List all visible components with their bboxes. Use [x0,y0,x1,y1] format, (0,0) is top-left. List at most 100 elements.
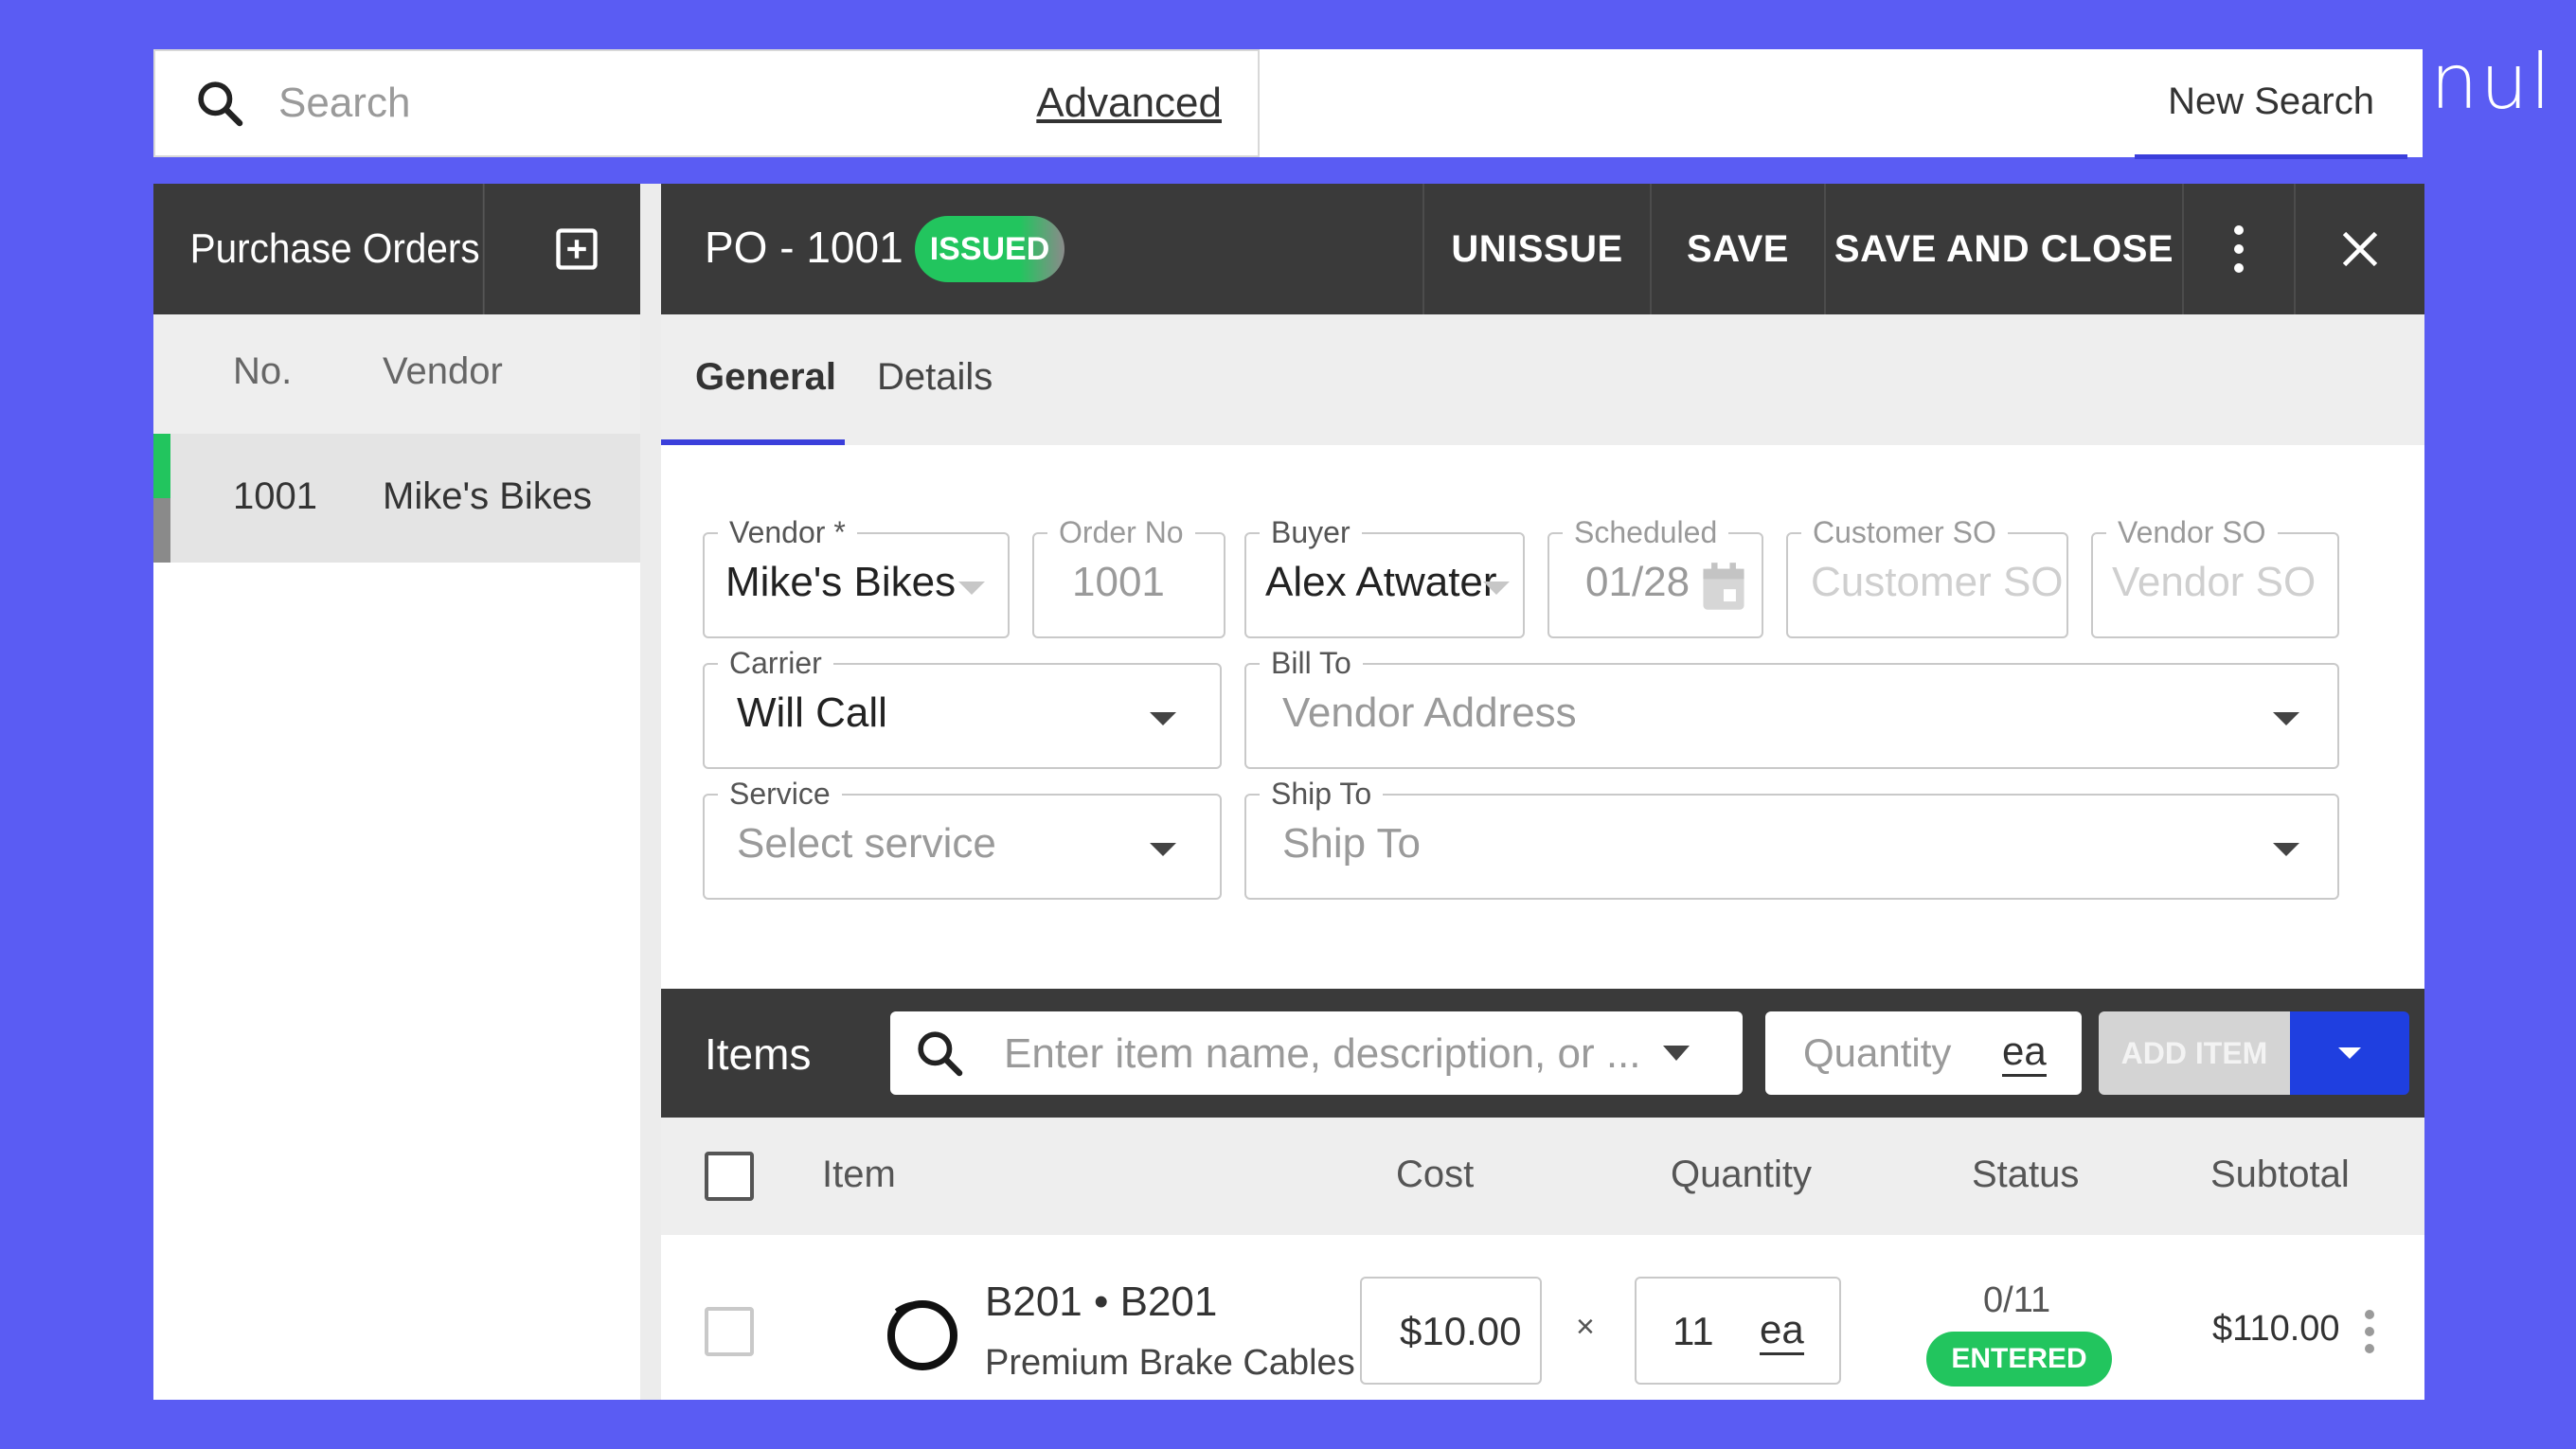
vendor-value: Mike's Bikes [725,559,957,605]
vendor-select[interactable]: Vendor * Mike's Bikes [703,513,1010,638]
unit-selector[interactable]: ea [2002,1029,2047,1077]
scheduled-label: Scheduled [1563,513,1729,551]
item-thumbnail-icon [887,1300,957,1370]
column-quantity[interactable]: Quantity [1671,1154,1812,1196]
close-icon [2342,231,2378,267]
column-no[interactable]: No. [233,350,292,393]
order-no-field[interactable]: Order No 1001 [1032,513,1225,638]
po-list-row[interactable]: 1001 Mike's Bikes [153,434,640,563]
quantity-stepper[interactable]: 11 ea [1635,1277,1841,1385]
more-options-button[interactable] [2182,184,2294,314]
cost-input[interactable]: $10.00 [1360,1277,1542,1385]
vendor-so-label: Vendor SO [2106,513,2278,551]
quantity-unit[interactable]: ea [1760,1307,1804,1355]
po-title: PO - 1001 [705,223,903,272]
quantity-input[interactable]: Quantity [1803,1030,1951,1076]
carrier-value: Will Call [737,689,887,736]
chevron-down-icon [1150,712,1176,725]
chevron-down-icon [2273,712,2299,725]
advanced-search-link[interactable]: Advanced [1036,80,1222,127]
add-item-button[interactable]: ADD ITEM [2099,1011,2290,1095]
multiply-sign: × [1576,1309,1595,1345]
po-list-header: No. Vendor [153,314,640,434]
customer-so-input: Customer SO [1811,559,2064,605]
bill-to-value: Vendor Address [1282,689,1577,736]
po-number: 1001 [233,475,317,517]
customer-so-label: Customer SO [1801,513,2008,551]
select-all-checkbox[interactable] [705,1152,754,1201]
order-no-value: 1001 [1072,559,1165,605]
save-and-close-button[interactable]: SAVE AND CLOSE [1824,184,2182,314]
vendor-so-input: Vendor SO [2112,559,2317,605]
item-search-field[interactable]: Enter item name, description, or ... [890,1011,1743,1095]
vendor-so-field[interactable]: Vendor SO Vendor SO [2091,513,2339,638]
column-status[interactable]: Status [1972,1154,2079,1196]
items-table-header [661,1118,2424,1235]
search-icon [198,81,243,127]
buyer-label: Buyer [1260,513,1362,551]
quantity-value: 11 [1673,1309,1714,1353]
chevron-down-icon[interactable] [1661,1040,1691,1066]
cost-value: $10.00 [1400,1309,1522,1353]
column-cost[interactable]: Cost [1396,1154,1474,1196]
purchase-orders-title: Purchase Orders [153,184,485,314]
item-description: Premium Brake Cables [985,1343,1355,1383]
status-marker-secondary [153,498,170,563]
add-item-menu-button[interactable] [2290,1011,2409,1095]
active-tab-indicator [661,439,845,445]
ship-to-value: Ship To [1282,820,1421,867]
global-search-bar[interactable]: Search Advanced [153,49,1260,157]
customer-so-field[interactable]: Customer SO Customer SO [1786,513,2068,638]
bill-to-select[interactable]: Bill To Vendor Address [1244,644,2339,769]
more-vertical-icon [2234,225,2244,273]
buyer-value: Alex Atwater [1265,559,1497,605]
chevron-down-icon [1483,581,1510,595]
column-vendor[interactable]: Vendor [383,350,503,393]
close-button[interactable] [2294,184,2424,314]
po-vendor: Mike's Bikes [383,475,593,517]
column-item[interactable]: Item [822,1154,896,1196]
scheduled-date-field[interactable]: Scheduled 01/28 [1547,513,1763,638]
status-marker [153,434,170,498]
vendor-label: Vendor * [718,513,857,551]
add-purchase-order-button[interactable] [513,184,640,314]
chevron-down-icon [958,581,985,595]
service-label: Service [718,775,842,813]
service-value: Select service [737,820,996,867]
subtotal-value: $110.00 [2212,1309,2340,1349]
order-no-label: Order No [1047,513,1195,551]
tab-general[interactable]: General [695,356,836,399]
status-badge: ENTERED [1926,1332,2112,1386]
calendar-icon[interactable] [1699,561,1748,614]
scheduled-value: 01/28 [1585,559,1690,605]
carrier-select[interactable]: Carrier Will Call [703,644,1222,769]
bill-to-label: Bill To [1260,644,1363,682]
chevron-down-icon [2273,843,2299,856]
caret-down-icon [2338,1047,2361,1059]
unissue-button[interactable]: UNISSUE [1422,184,1650,314]
quantity-field[interactable]: Quantity ea [1765,1011,2082,1095]
status-badge: ISSUED [915,216,1064,282]
column-subtotal[interactable]: Subtotal [2210,1154,2350,1196]
service-select[interactable]: Service Select service [703,775,1222,900]
panel-divider [640,184,661,1400]
row-more-icon[interactable] [2362,1307,2377,1356]
search-input[interactable]: Search [278,80,1036,127]
purchase-orders-header: Purchase Orders [153,184,640,314]
items-title: Items [705,1029,812,1079]
item-code: B201 • B201 [985,1279,1218,1325]
ship-to-select[interactable]: Ship To Ship To [1244,775,2339,900]
ship-to-label: Ship To [1260,775,1384,813]
chevron-down-icon [1150,843,1176,856]
add-box-icon [556,228,598,270]
received-count: 0/11 [1983,1280,2051,1320]
tab-details[interactable]: Details [877,356,993,399]
save-button[interactable]: SAVE [1650,184,1824,314]
search-icon [918,1031,963,1077]
buyer-select[interactable]: Buyer Alex Atwater [1244,513,1525,638]
item-search-input[interactable]: Enter item name, description, or ... [1004,1030,1641,1078]
brand-logo-text: nul [2430,38,2553,126]
row-checkbox[interactable] [705,1307,754,1356]
carrier-label: Carrier [718,644,833,682]
new-search-tab[interactable]: New Search [2135,49,2407,159]
